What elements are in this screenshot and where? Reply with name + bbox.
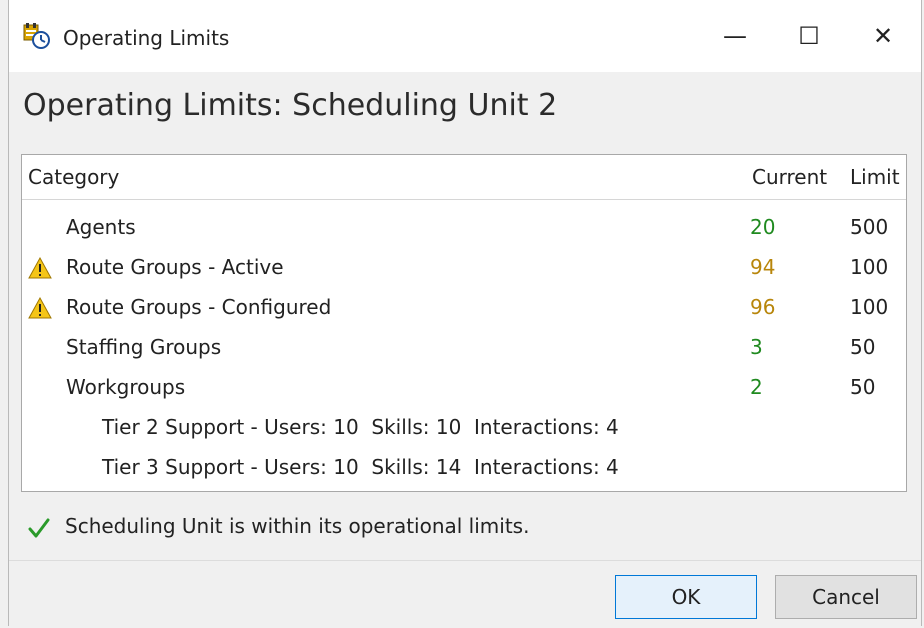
button-bar: OK Cancel [9, 560, 921, 626]
row-name: Workgroups [66, 375, 186, 399]
table-subrow[interactable]: Tier 2 Support - Users: 10 Skills: 10 In… [22, 409, 906, 447]
row-name: Agents [66, 215, 136, 239]
header-category[interactable]: Category [28, 165, 119, 189]
status-text: Scheduling Unit is within its operationa… [65, 514, 530, 538]
table-header: Category Current Limit [22, 155, 906, 200]
limits-table: Category Current Limit Agents 20 500 Rou… [21, 154, 907, 492]
page-title: Operating Limits: Scheduling Unit 2 [23, 88, 558, 123]
dialog-window: Operating Limits — ☐ ✕ Operating Limits:… [8, 0, 922, 626]
cancel-button[interactable]: Cancel [775, 575, 917, 619]
close-button[interactable]: ✕ [859, 14, 907, 58]
minimize-button[interactable]: — [711, 14, 759, 58]
table-row[interactable]: Route Groups - Configured 96 100 [22, 289, 906, 327]
row-limit: 100 [850, 255, 889, 279]
app-icon [23, 23, 50, 49]
header-current[interactable]: Current [752, 165, 827, 189]
row-limit: 50 [850, 375, 876, 399]
window-title: Operating Limits [63, 26, 230, 50]
row-limit: 500 [850, 215, 889, 239]
warning-icon [28, 257, 52, 279]
header-limit[interactable]: Limit [850, 165, 900, 189]
row-current: 96 [750, 295, 776, 319]
table-subrow[interactable]: Tier 3 Support - Users: 10 Skills: 14 In… [22, 449, 906, 487]
row-current: 20 [750, 215, 776, 239]
table-row[interactable]: Staffing Groups 3 50 [22, 329, 906, 367]
table-row[interactable]: Workgroups 2 50 [22, 369, 906, 407]
row-limit: 100 [850, 295, 889, 319]
row-limit: 50 [850, 335, 876, 359]
check-icon [28, 518, 50, 538]
workgroup-detail: Tier 3 Support - Users: 10 Skills: 14 In… [102, 455, 619, 479]
row-name: Route Groups - Configured [66, 295, 332, 319]
table-row[interactable]: Agents 20 500 [22, 209, 906, 247]
workgroup-detail: Tier 2 Support - Users: 10 Skills: 10 In… [102, 415, 619, 439]
warning-icon [28, 297, 52, 319]
table-row[interactable]: Route Groups - Active 94 100 [22, 249, 906, 287]
row-name: Staffing Groups [66, 335, 222, 359]
row-current: 94 [750, 255, 776, 279]
maximize-button[interactable]: ☐ [785, 14, 833, 58]
row-name: Route Groups - Active [66, 255, 284, 279]
row-current: 3 [750, 335, 763, 359]
ok-button[interactable]: OK [615, 575, 757, 619]
title-bar: Operating Limits — ☐ ✕ [9, 0, 921, 72]
row-current: 2 [750, 375, 763, 399]
